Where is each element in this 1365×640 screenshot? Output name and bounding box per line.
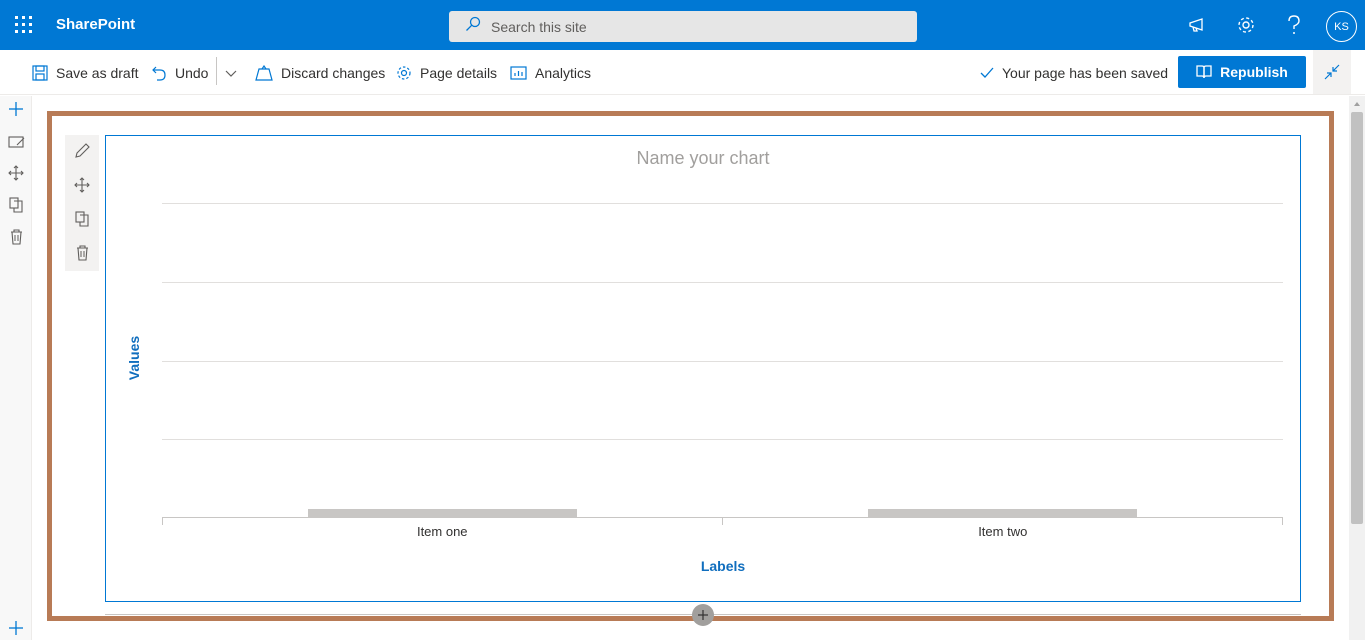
chart-gridline (162, 282, 1283, 283)
discard-changes-label: Discard changes (281, 64, 386, 81)
chart-axis-tick (722, 517, 723, 525)
collapse-icon (1324, 64, 1340, 80)
republish-button[interactable]: Republish (1178, 56, 1306, 88)
avatar[interactable]: KS (1326, 11, 1357, 42)
chart-gridline (162, 203, 1283, 204)
duplicate-webpart-icon[interactable] (70, 207, 94, 231)
search-box[interactable]: Search this site (449, 11, 917, 42)
discard-changes-button[interactable]: Discard changes (255, 50, 385, 95)
page-details-label: Page details (420, 64, 498, 81)
undo-icon (152, 66, 166, 81)
book-icon (1196, 65, 1212, 79)
add-webpart-icon[interactable] (692, 604, 714, 626)
scroll-up-icon[interactable] (1352, 99, 1362, 109)
settings-gear-icon[interactable] (1232, 11, 1260, 39)
save-status: Your page has been saved (980, 50, 1168, 95)
save-status-text: Your page has been saved (1002, 64, 1169, 81)
save-icon (32, 64, 48, 81)
page-details-button[interactable]: Page details (396, 50, 497, 95)
move-webpart-icon[interactable] (70, 173, 94, 197)
app-name[interactable]: SharePoint (56, 16, 135, 33)
chart-gridline (162, 361, 1283, 362)
delete-section-icon[interactable] (4, 225, 28, 249)
command-divider (216, 57, 217, 85)
edit-section-icon[interactable] (4, 130, 28, 154)
save-as-draft-button[interactable]: Save as draft (32, 50, 139, 95)
checkmark-icon (980, 67, 994, 78)
duplicate-section-icon[interactable] (4, 193, 28, 217)
help-icon[interactable] (1280, 11, 1308, 39)
analytics-icon (510, 65, 527, 80)
chart-gridline (162, 439, 1283, 440)
chart-category-label: Item one (416, 524, 468, 539)
collapse-button[interactable] (1313, 50, 1351, 94)
chart-axis-tick (162, 517, 163, 525)
chart-x-axis-label[interactable]: Labels (105, 558, 1341, 574)
chart-bar (307, 509, 577, 517)
republish-label: Republish (1220, 64, 1288, 80)
move-section-icon[interactable] (4, 161, 28, 185)
undo-button[interactable]: Undo (151, 50, 208, 95)
analytics-label: Analytics (535, 64, 592, 81)
undo-label: Undo (175, 64, 209, 81)
search-placeholder: Search this site (491, 18, 587, 35)
chevron-down-icon (225, 70, 237, 77)
gear-icon (397, 65, 411, 80)
save-as-draft-label: Save as draft (56, 64, 139, 81)
chart-title[interactable]: Name your chart (105, 148, 1301, 169)
discard-icon (255, 64, 273, 81)
add-section-icon[interactable] (4, 97, 28, 121)
edit-webpart-pencil-icon[interactable] (70, 139, 94, 163)
search-icon (465, 16, 481, 37)
delete-webpart-icon[interactable] (70, 241, 94, 265)
chart-category-label: Item two (978, 524, 1028, 539)
megaphone-icon[interactable] (1184, 11, 1212, 39)
app-launcher-icon[interactable] (8, 9, 40, 41)
chart-axis-tick (1282, 517, 1283, 525)
add-section-bottom-icon[interactable] (4, 616, 28, 640)
undo-dropdown-button[interactable] (224, 50, 246, 95)
chart-bar (868, 509, 1138, 517)
scrollbar-thumb[interactable] (1351, 112, 1363, 524)
chart-y-axis-label[interactable]: Values (126, 320, 142, 396)
analytics-button[interactable]: Analytics (510, 50, 591, 95)
